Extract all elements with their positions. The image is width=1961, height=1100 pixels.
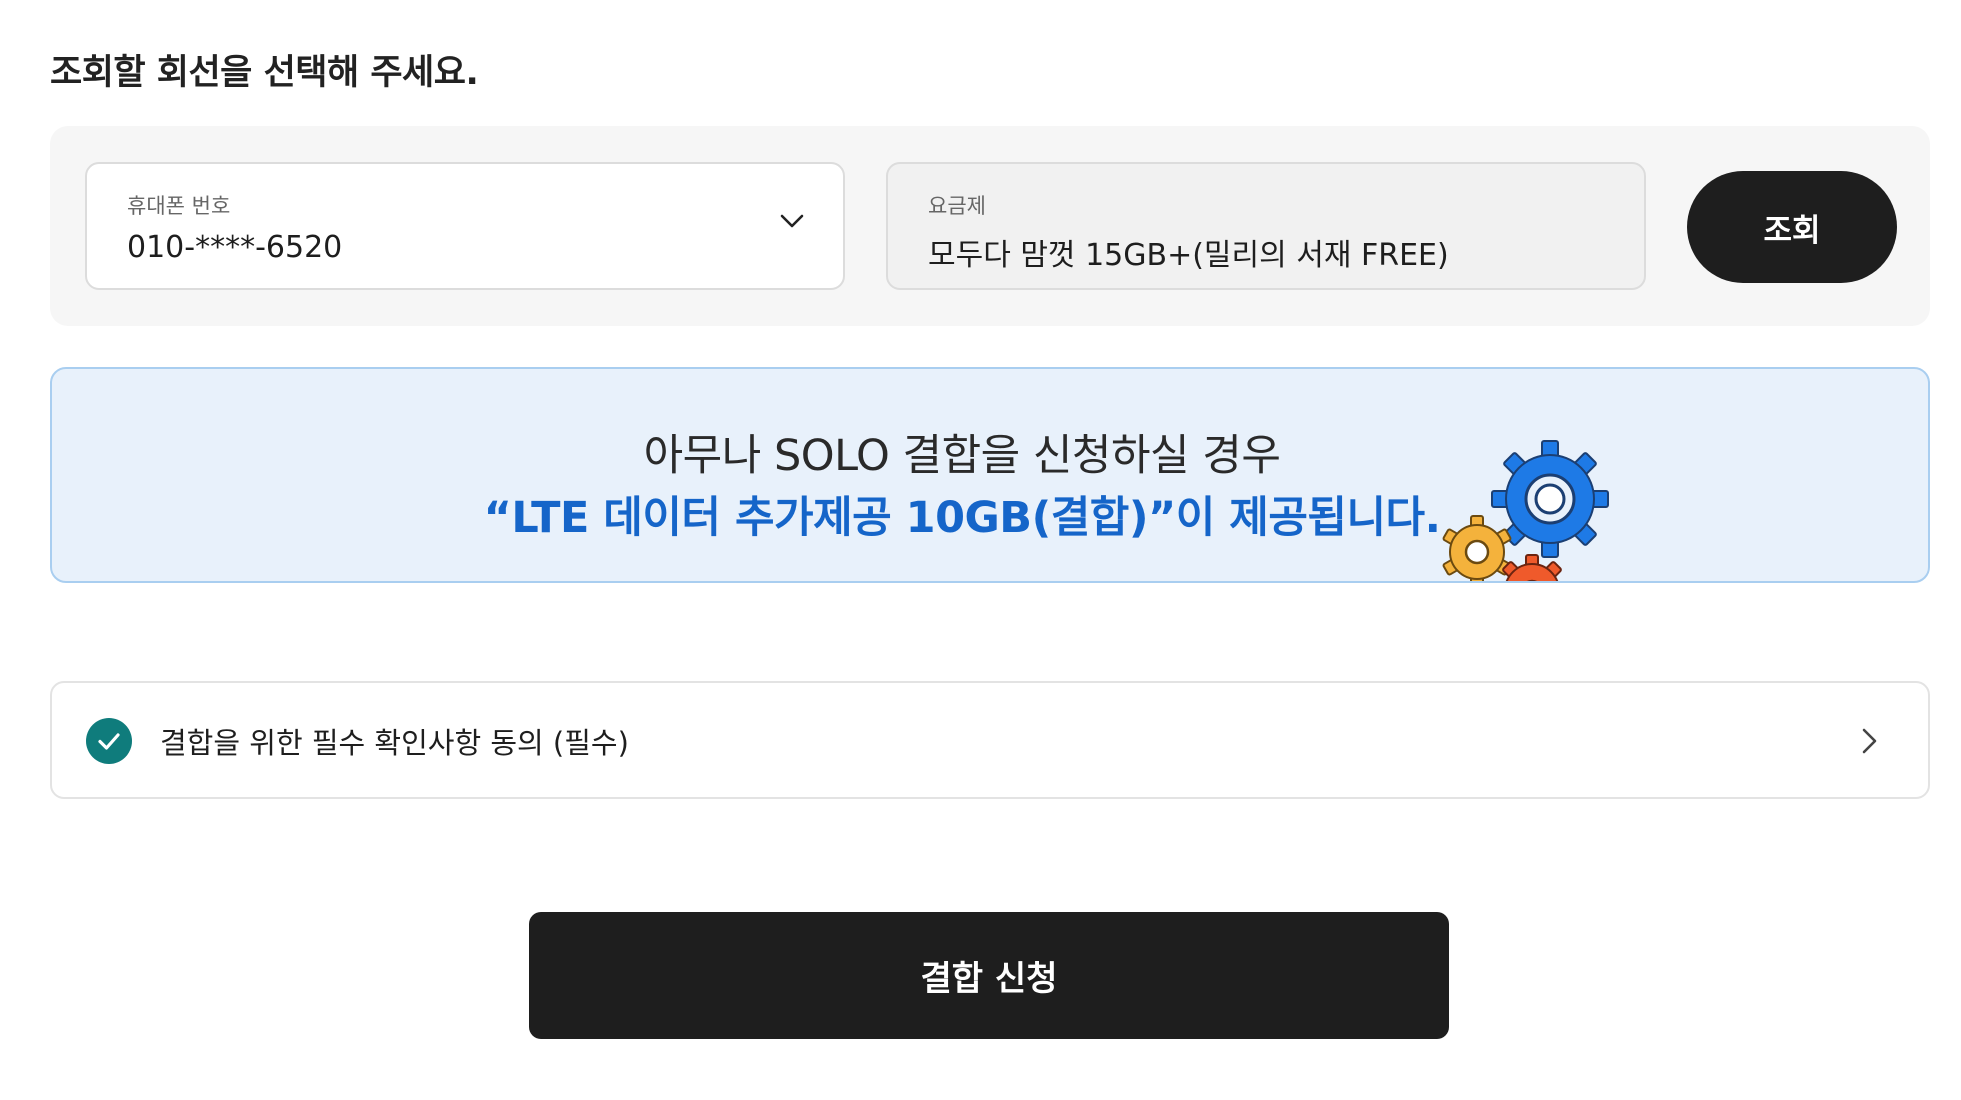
- required-agreement-row[interactable]: 결합을 위한 필수 확인사항 동의 (필수): [50, 681, 1930, 799]
- promo-banner: 아무나 SOLO 결합을 신청하실 경우 “LTE 데이터 추가제공 10GB(…: [50, 367, 1930, 583]
- phone-number-label: 휴대폰 번호: [127, 194, 231, 218]
- plan-field: 요금제 모두다 맘껏 15GB+(밀리의 서재 FREE): [886, 162, 1646, 290]
- lookup-button[interactable]: 조회: [1687, 171, 1897, 283]
- chevron-right-icon[interactable]: [1854, 726, 1884, 756]
- page-title: 조회할 회선을 선택해 주세요.: [50, 53, 479, 93]
- gears-illustration: [1442, 440, 1609, 581]
- chevron-down-icon[interactable]: [779, 208, 805, 234]
- agreement-label: 결합을 위한 필수 확인사항 동의 (필수): [160, 726, 629, 760]
- plan-label: 요금제: [928, 194, 986, 218]
- phone-number-select[interactable]: 휴대폰 번호 010-****-6520: [85, 162, 845, 290]
- line-select-panel: 휴대폰 번호 010-****-6520 요금제 모두다 맘껏 15GB+(밀리…: [50, 126, 1930, 326]
- check-circle-icon[interactable]: [86, 718, 132, 764]
- apply-combination-button[interactable]: 결합 신청: [529, 912, 1449, 1039]
- plan-value: 모두다 맘껏 15GB+(밀리의 서재 FREE): [928, 238, 1449, 273]
- phone-number-value: 010-****-6520: [127, 230, 343, 265]
